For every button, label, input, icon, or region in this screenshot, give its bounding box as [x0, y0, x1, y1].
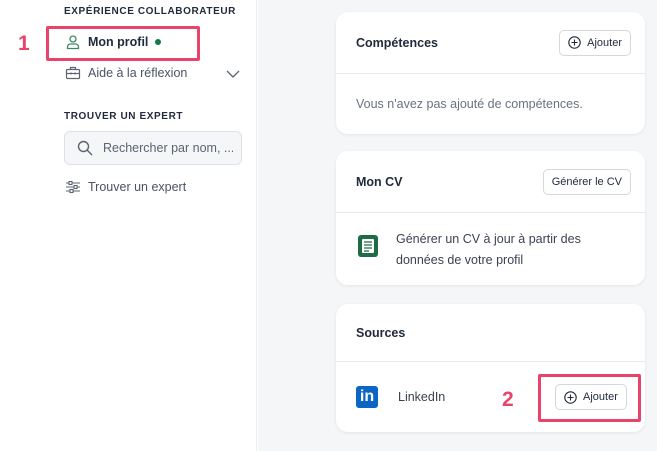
- annotation-marker-2: 2: [502, 388, 514, 411]
- document-sheet-icon: [356, 234, 380, 258]
- sliders-icon: [64, 178, 82, 196]
- skills-empty-text: Vous n'avez pas ajouté de compétences.: [356, 97, 583, 111]
- expert-search-input[interactable]: [103, 141, 233, 155]
- cv-description-line-2: données de votre profil: [396, 253, 524, 267]
- section-title-expert: TROUVER UN EXPERT: [64, 111, 184, 122]
- annotation-marker-1: 1: [18, 32, 30, 55]
- cv-card-title: Mon CV: [356, 174, 403, 189]
- cv-description: Générer un CV à jour à partir des donnée…: [396, 229, 581, 271]
- linkedin-icon: in: [356, 386, 378, 408]
- cv-description-line-1: Générer un CV à jour à partir des: [396, 232, 581, 246]
- annotation-highlight-2: [538, 374, 641, 422]
- sources-card-header: Sources: [336, 304, 645, 362]
- sources-card-title: Sources: [356, 325, 406, 340]
- skills-card: Compétences Ajouter Vous n'avez pas ajou…: [336, 12, 645, 134]
- toolbox-icon: [64, 64, 82, 82]
- cv-body: Générer un CV à jour à partir des donnée…: [336, 213, 645, 285]
- add-skill-button-label: Ajouter: [587, 36, 622, 49]
- sidebar-item-find-expert-label: Trouver un expert: [88, 180, 187, 194]
- search-icon: [77, 140, 93, 156]
- section-title-experience: EXPÉRIENCE COLLABORATEUR: [64, 6, 237, 17]
- generate-cv-button-label: Générer le CV: [551, 175, 622, 188]
- annotation-highlight-1: [46, 26, 200, 61]
- generate-cv-button[interactable]: Générer le CV: [542, 168, 631, 195]
- sidebar-item-find-expert[interactable]: Trouver un expert: [64, 178, 186, 196]
- plus-circle-icon: [568, 36, 581, 49]
- linkedin-label: LinkedIn: [398, 390, 446, 404]
- sidebar: EXPÉRIENCE COLLABORATEUR Mon profil Aide…: [0, 0, 257, 451]
- sidebar-item-reflection-label: Aide à la réflexion: [88, 66, 188, 80]
- add-skill-button[interactable]: Ajouter: [559, 29, 631, 56]
- chevron-down-icon[interactable]: [226, 66, 240, 84]
- cv-card: Mon CV Générer le CV Générer un CV à jou…: [336, 151, 645, 285]
- skills-card-title: Compétences: [356, 35, 438, 50]
- skills-card-header: Compétences Ajouter: [336, 12, 645, 74]
- sidebar-item-reflection[interactable]: Aide à la réflexion: [64, 64, 187, 82]
- expert-search-box[interactable]: [64, 131, 242, 165]
- cv-card-header: Mon CV Générer le CV: [336, 151, 645, 213]
